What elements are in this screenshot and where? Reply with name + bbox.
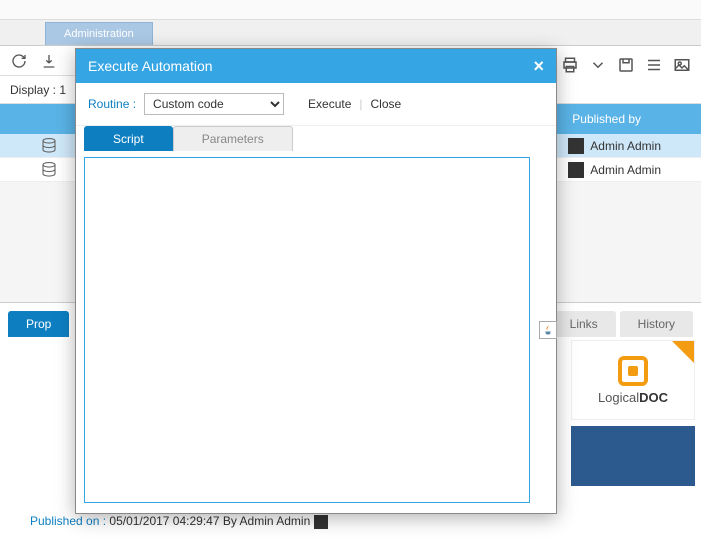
execute-automation-dialog: Execute Automation × Routine : Custom co… [75, 48, 557, 514]
nav-tab-administration[interactable]: Administration [45, 22, 153, 45]
list-icon[interactable] [645, 56, 663, 74]
refresh-icon[interactable] [10, 52, 28, 70]
modal-title: Execute Automation [88, 58, 213, 74]
logo-panel: LogicalDOC [571, 340, 701, 486]
tab-links[interactable]: Links [552, 311, 616, 337]
col-published-by: Published by [572, 112, 701, 126]
close-button[interactable]: Close [371, 97, 402, 111]
tab-properties[interactable]: Prop [8, 311, 69, 337]
execute-button[interactable]: Execute [308, 97, 351, 111]
routine-label: Routine : [88, 97, 136, 111]
print-icon[interactable] [561, 56, 579, 74]
publisher-name: Admin Admin [590, 163, 661, 177]
java-icon [539, 321, 557, 339]
database-icon [40, 161, 58, 179]
display-value: 1 [59, 83, 66, 97]
avatar [568, 138, 584, 154]
save-icon[interactable] [617, 56, 635, 74]
publisher-name: Admin Admin [590, 139, 661, 153]
published-on-label: Published on : [30, 514, 106, 528]
image-icon[interactable] [673, 56, 691, 74]
tab-script[interactable]: Script [84, 126, 173, 151]
avatar [314, 515, 328, 529]
brand-logo-icon [618, 356, 648, 386]
script-textarea[interactable] [84, 157, 530, 503]
published-by-user: Admin Admin [240, 514, 311, 528]
download-icon[interactable] [40, 52, 58, 70]
database-icon [40, 137, 58, 155]
published-on-date: 05/01/2017 04:29:47 [109, 514, 219, 528]
chevron-down-icon[interactable] [589, 56, 607, 74]
close-icon[interactable]: × [533, 59, 544, 73]
tab-parameters[interactable]: Parameters [173, 126, 293, 151]
tab-history[interactable]: History [620, 311, 693, 337]
published-by-label: By [223, 514, 237, 528]
routine-select[interactable]: Custom code [144, 93, 284, 115]
display-label: Display : [10, 83, 56, 97]
avatar [568, 162, 584, 178]
